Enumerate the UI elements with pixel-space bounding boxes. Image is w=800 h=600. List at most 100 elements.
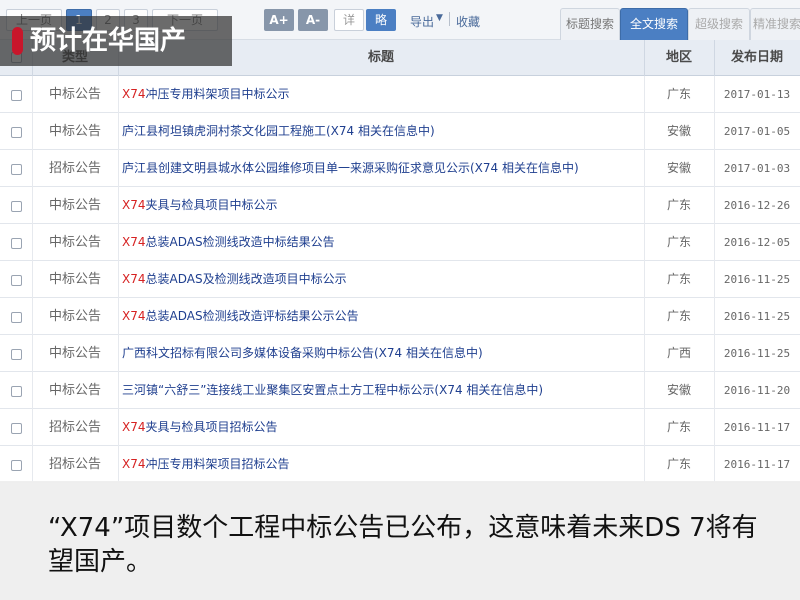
chevron-down-icon[interactable]: ▼ xyxy=(436,13,443,23)
column-divider xyxy=(714,298,715,335)
tab-title-search[interactable]: 标题搜索 xyxy=(560,8,620,40)
row-checkbox-cell[interactable] xyxy=(0,150,32,187)
row-checkbox[interactable] xyxy=(10,238,22,249)
column-divider xyxy=(118,224,119,261)
column-divider xyxy=(714,261,715,298)
column-divider xyxy=(714,76,715,113)
table-row[interactable]: 招标公告 X74冲压专用料架项目招标公告 广东 2016-11-17 xyxy=(0,446,800,483)
toolbar-divider xyxy=(449,12,450,26)
column-divider xyxy=(118,372,119,409)
keyword-highlight: X74 xyxy=(122,272,146,286)
row-checkbox-cell[interactable] xyxy=(0,187,32,224)
row-checkbox-cell[interactable] xyxy=(0,224,32,261)
row-region: 安徽 xyxy=(666,161,691,175)
favorite-link[interactable]: 收藏 xyxy=(456,13,480,30)
row-region: 广东 xyxy=(666,198,691,212)
row-checkbox-cell[interactable] xyxy=(0,76,32,113)
font-increase-button[interactable]: A+ xyxy=(264,9,294,31)
badge-text: 预计在华国产 xyxy=(30,26,187,56)
row-title-text[interactable]: 总装ADAS检测线改造评标结果公示公告 xyxy=(146,309,359,323)
row-title-link[interactable]: X74总装ADAS及检测线改造项目中标公示 xyxy=(122,261,640,298)
row-date: 2017-01-03 xyxy=(723,162,791,175)
column-divider xyxy=(644,335,645,372)
row-title-text[interactable]: 庐江县创建文明县城水体公园维修项目单一来源采购征求意见公示(X74 相关在信息中… xyxy=(122,161,579,175)
export-link[interactable]: 导出 xyxy=(410,13,434,30)
detail-view-button[interactable]: 详 xyxy=(334,9,364,31)
table-row[interactable]: 中标公告 三河镇“六舒三”连接线工业聚集区安置点土方工程中标公示(X74 相关在信… xyxy=(0,372,800,409)
row-title-link[interactable]: X74夹具与检具项目中标公示 xyxy=(122,187,640,224)
column-divider xyxy=(32,187,33,224)
row-title-text[interactable]: 夹具与检具项目招标公告 xyxy=(146,420,278,434)
column-divider xyxy=(118,113,119,150)
row-title-text[interactable]: 三河镇“六舒三”连接线工业聚集区安置点土方工程中标公示(X74 相关在信息中) xyxy=(122,383,543,397)
row-date: 2016-11-25 xyxy=(723,347,791,360)
row-checkbox-cell[interactable] xyxy=(0,113,32,150)
row-title-link[interactable]: X74冲压专用料架项目招标公告 xyxy=(122,446,640,483)
row-checkbox-cell[interactable] xyxy=(0,298,32,335)
row-title-text[interactable]: 总装ADAS及检测线改造项目中标公示 xyxy=(146,272,347,286)
column-divider xyxy=(32,372,33,409)
column-divider xyxy=(32,298,33,335)
row-title-link[interactable]: 庐江县柯坦镇虎洞村茶文化园工程施工(X74 相关在信息中) xyxy=(122,113,640,150)
table-row[interactable]: 中标公告 广西科文招标有限公司多媒体设备采购中标公告(X74 相关在信息中) 广西 2… xyxy=(0,335,800,372)
table-row[interactable]: 招标公告 X74夹具与检具项目招标公告 广东 2016-11-17 xyxy=(0,409,800,446)
row-checkbox[interactable] xyxy=(10,164,22,175)
table-row[interactable]: 中标公告 庐江县柯坦镇虎洞村茶文化园工程施工(X74 相关在信息中) 安徽 2017-… xyxy=(0,113,800,150)
row-checkbox[interactable] xyxy=(10,90,22,101)
row-checkbox[interactable] xyxy=(10,201,22,212)
row-title-text[interactable]: 冲压专用料架项目中标公示 xyxy=(146,87,290,101)
brief-view-button[interactable]: 略 xyxy=(366,9,396,31)
keyword-highlight: X74 xyxy=(122,457,146,471)
row-title-text[interactable]: 总装ADAS检测线改造中标结果公告 xyxy=(146,235,335,249)
row-checkbox[interactable] xyxy=(10,349,22,360)
row-title-text[interactable]: 广西科文招标有限公司多媒体设备采购中标公告(X74 相关在信息中) xyxy=(122,346,483,360)
row-checkbox-cell[interactable] xyxy=(0,335,32,372)
row-title-link[interactable]: X74夹具与检具项目招标公告 xyxy=(122,409,640,446)
tab-fulltext-search[interactable]: 全文搜索 xyxy=(620,8,688,40)
column-divider xyxy=(32,409,33,446)
table-row[interactable]: 中标公告 X74夹具与检具项目中标公示 广东 2016-12-26 xyxy=(0,187,800,224)
column-divider xyxy=(118,409,119,446)
row-title-link[interactable]: 广西科文招标有限公司多媒体设备采购中标公告(X74 相关在信息中) xyxy=(122,335,640,372)
row-date: 2016-11-17 xyxy=(723,458,791,471)
table-row[interactable]: 招标公告 庐江县创建文明县城水体公园维修项目单一来源采购征求意见公示(X74 相关… xyxy=(0,150,800,187)
row-title-text[interactable]: 庐江县柯坦镇虎洞村茶文化园工程施工(X74 相关在信息中) xyxy=(122,124,435,138)
column-divider xyxy=(714,187,715,224)
row-checkbox[interactable] xyxy=(10,275,22,286)
row-date: 2016-11-20 xyxy=(723,384,791,397)
row-checkbox[interactable] xyxy=(10,386,22,397)
table-body: 中标公告 X74冲压专用料架项目中标公示 广东 2017-01-13 中标公告 庐江县柯坦… xyxy=(0,76,800,483)
font-decrease-button[interactable]: A- xyxy=(298,9,328,31)
row-type: 中标公告 xyxy=(48,235,101,250)
row-title-link[interactable]: X74冲压专用料架项目中标公示 xyxy=(122,76,640,113)
column-divider xyxy=(32,261,33,298)
tab-precise-search[interactable]: 精准搜索 xyxy=(750,8,800,40)
column-divider xyxy=(644,113,645,150)
column-divider xyxy=(118,446,119,483)
table-row[interactable]: 中标公告 X74总装ADAS检测线改造评标结果公示公告 广东 2016-11-25 xyxy=(0,298,800,335)
row-title-link[interactable]: X74总装ADAS检测线改造评标结果公示公告 xyxy=(122,298,640,335)
row-title-text[interactable]: 夹具与检具项目中标公示 xyxy=(146,198,278,212)
row-checkbox-cell[interactable] xyxy=(0,261,32,298)
column-divider xyxy=(32,224,33,261)
column-divider xyxy=(644,409,645,446)
keyword-highlight: X74 xyxy=(122,198,146,212)
row-title-text[interactable]: 冲压专用料架项目招标公告 xyxy=(146,457,290,471)
row-date: 2016-11-25 xyxy=(723,273,791,286)
row-checkbox[interactable] xyxy=(10,312,22,323)
column-divider xyxy=(714,335,715,372)
row-title-link[interactable]: 庐江县创建文明县城水体公园维修项目单一来源采购征求意见公示(X74 相关在信息中… xyxy=(122,150,640,187)
row-title-link[interactable]: 三河镇“六舒三”连接线工业聚集区安置点土方工程中标公示(X74 相关在信息中) xyxy=(122,372,640,409)
caption-text: “X74”项目数个工程中标公告已公布，这意味着未来DS 7将有望国产。 xyxy=(48,513,758,577)
row-title-link[interactable]: X74总装ADAS检测线改造中标结果公告 xyxy=(122,224,640,261)
row-checkbox[interactable] xyxy=(10,423,22,434)
row-checkbox[interactable] xyxy=(10,460,22,471)
table-row[interactable]: 中标公告 X74总装ADAS检测线改造中标结果公告 广东 2016-12-05 xyxy=(0,224,800,261)
table-row[interactable]: 中标公告 X74冲压专用料架项目中标公示 广东 2017-01-13 xyxy=(0,76,800,113)
table-row[interactable]: 中标公告 X74总装ADAS及检测线改造项目中标公示 广东 2016-11-25 xyxy=(0,261,800,298)
row-checkbox-cell[interactable] xyxy=(0,372,32,409)
tab-super-search[interactable]: 超级搜索 xyxy=(688,8,750,40)
row-checkbox-cell[interactable] xyxy=(0,446,32,483)
row-checkbox-cell[interactable] xyxy=(0,409,32,446)
row-checkbox[interactable] xyxy=(10,127,22,138)
